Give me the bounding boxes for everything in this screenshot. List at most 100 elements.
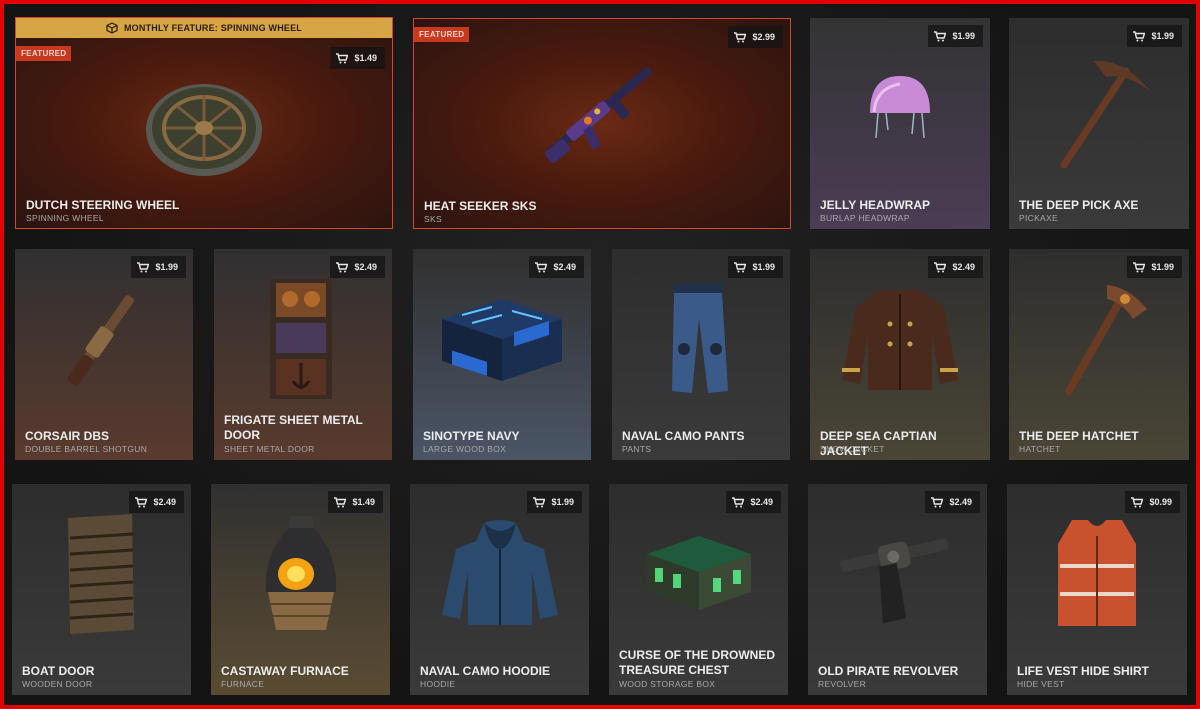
price-label: $1.99 <box>752 262 775 272</box>
large-box-icon <box>442 299 562 381</box>
price-label: $2.49 <box>153 497 176 507</box>
price-button[interactable]: $1.49 <box>330 47 385 69</box>
cart-icon <box>732 496 745 507</box>
item-type: PICKAXE <box>1019 213 1058 223</box>
store-item-naval-camo-pants[interactable]: $1.99 NAVAL CAMO PANTS PANTS <box>612 249 790 460</box>
item-name: THE DEEP PICK AXE <box>1019 198 1139 212</box>
jellyfish-headwrap-icon <box>870 76 930 139</box>
hoodie-icon <box>441 520 558 625</box>
item-name: CURSE OF THE DROWNED TREASURE CHEST <box>619 648 775 677</box>
item-name: CORSAIR DBS <box>25 429 110 443</box>
item-image <box>414 49 790 179</box>
price-label: $2.49 <box>553 262 576 272</box>
cart-icon <box>734 31 747 42</box>
cart-icon <box>336 52 349 63</box>
item-type: HOODIE <box>420 679 456 689</box>
price-label: $1.99 <box>155 262 178 272</box>
cart-icon <box>334 496 347 507</box>
store-item-sinotype-navy[interactable]: $2.49 SINOTYPE NAVY LARGE WOOD BOX <box>413 249 591 460</box>
price-label: $1.99 <box>551 497 574 507</box>
furnace-icon <box>265 515 336 630</box>
price-label: $1.99 <box>1151 31 1174 41</box>
store-item-deep-sea-captian-jacket[interactable]: $2.49 DEEP SEA CAPTIAN JACKET SNOW JACKE… <box>810 249 990 460</box>
store-item-the-deep-hatchet[interactable]: $1.99 THE DEEP HATCHET HATCHET <box>1009 249 1189 460</box>
item-type: WOOD STORAGE BOX <box>619 679 716 689</box>
revolver-icon <box>839 538 949 624</box>
item-name: HEAT SEEKER SKS <box>424 199 537 213</box>
pickaxe-icon <box>1060 60 1150 169</box>
item-image <box>609 509 788 629</box>
monthly-feature-banner: MONTHLY FEATURE: SPINNING WHEEL <box>16 18 392 38</box>
price-label: $0.99 <box>1149 497 1172 507</box>
storage-box-icon <box>646 536 751 610</box>
price-label: $1.49 <box>352 497 375 507</box>
item-type: DOUBLE BARREL SHOTGUN <box>25 444 148 454</box>
cart-icon <box>734 261 747 272</box>
store-item-boat-door[interactable]: $2.49 BOAT DOOR WOODEN DOOR <box>12 484 191 695</box>
cart-icon <box>931 496 944 507</box>
store-item-frigate-sheet-metal-door[interactable]: $2.49 FRIGATE SHEET METAL DOOR SHEET MET… <box>214 249 392 460</box>
item-image <box>810 274 990 404</box>
item-type: HIDE VEST <box>1017 679 1065 689</box>
price-button[interactable]: $1.99 <box>1127 25 1182 47</box>
wooden-door-icon <box>67 513 134 634</box>
store-item-dutch-steering-wheel[interactable]: MONTHLY FEATURE: SPINNING WHEEL FEATURED… <box>15 17 393 229</box>
item-image <box>1009 48 1189 178</box>
banner-text: MONTHLY FEATURE: SPINNING WHEEL <box>123 23 303 33</box>
cart-icon <box>1131 496 1144 507</box>
item-image <box>1007 509 1187 639</box>
item-name: OLD PIRATE REVOLVER <box>818 664 959 678</box>
item-image <box>211 509 390 639</box>
box-icon <box>106 22 118 34</box>
item-name: JELLY HEADWRAP <box>820 198 931 212</box>
price-button[interactable]: $2.99 <box>728 26 783 48</box>
store-item-corsair-dbs[interactable]: $1.99 CORSAIR DBS DOUBLE BARREL SHOTGUN <box>15 249 193 460</box>
store-item-life-vest-hide-shirt[interactable]: $0.99 LIFE VEST HIDE SHIRT HIDE VEST <box>1007 484 1187 695</box>
steering-wheel-icon <box>146 84 262 176</box>
item-image <box>612 274 790 404</box>
shotgun-icon <box>67 295 134 386</box>
metal-door-icon <box>270 278 332 399</box>
item-name: BOAT DOOR <box>22 664 95 678</box>
price-label: $1.99 <box>1151 262 1174 272</box>
rifle-icon <box>545 66 652 164</box>
price-label: $2.49 <box>949 497 972 507</box>
item-type: SNOW JACKET <box>820 444 885 454</box>
item-type: SPINNING WHEEL <box>26 213 104 223</box>
item-type: PANTS <box>622 444 652 454</box>
item-type: WOODEN DOOR <box>22 679 93 689</box>
item-name: NAVAL CAMO PANTS <box>622 429 745 443</box>
featured-tag: FEATURED <box>16 46 72 61</box>
store-item-old-pirate-revolver[interactable]: $2.49 OLD PIRATE REVOLVER REVOLVER <box>808 484 987 695</box>
price-label: $2.99 <box>752 32 775 42</box>
item-type: REVOLVER <box>818 679 867 689</box>
price-label: $1.99 <box>952 31 975 41</box>
store-item-the-deep-pick-axe[interactable]: $1.99 THE DEEP PICK AXE PICKAXE <box>1009 18 1189 229</box>
cart-icon <box>135 496 148 507</box>
store-item-castaway-furnace[interactable]: $1.49 CASTAWAY FURNACE FURNACE <box>211 484 390 695</box>
item-type: HATCHET <box>1019 444 1061 454</box>
cart-icon <box>137 261 150 272</box>
price-label: $2.49 <box>354 262 377 272</box>
item-image <box>16 68 392 188</box>
hatchet-icon <box>1065 285 1147 395</box>
store-item-heat-seeker-sks[interactable]: FEATURED $2.99 HEAT SEEKER SKS SKS <box>413 18 791 229</box>
item-name: SINOTYPE NAVY <box>423 429 520 443</box>
cart-icon <box>535 261 548 272</box>
featured-tag: FEATURED <box>414 27 470 42</box>
life-vest-icon <box>1058 520 1136 626</box>
cart-icon <box>934 261 947 272</box>
cart-icon <box>934 30 947 41</box>
store-grid: MONTHLY FEATURE: SPINNING WHEEL FEATURED… <box>4 4 1196 705</box>
cart-icon <box>1133 30 1146 41</box>
item-name: THE DEEP HATCHET <box>1019 429 1139 443</box>
item-type: SKS <box>424 214 442 224</box>
store-item-jelly-headwrap[interactable]: $1.99 JELLY HEADWRAP BURLAP HEADWRAP <box>810 18 990 229</box>
item-name: CASTAWAY FURNACE <box>221 664 349 678</box>
item-image <box>410 509 589 639</box>
pants-icon <box>672 283 728 393</box>
store-item-naval-camo-hoodie[interactable]: $1.99 NAVAL CAMO HOODIE HOODIE <box>410 484 589 695</box>
price-button[interactable]: $1.99 <box>928 25 983 47</box>
item-type: LARGE WOOD BOX <box>423 444 507 454</box>
store-item-curse-of-the-drowned-treasure-chest[interactable]: $2.49 CURSE OF THE DROWNED TREASURE CHES… <box>609 484 788 695</box>
